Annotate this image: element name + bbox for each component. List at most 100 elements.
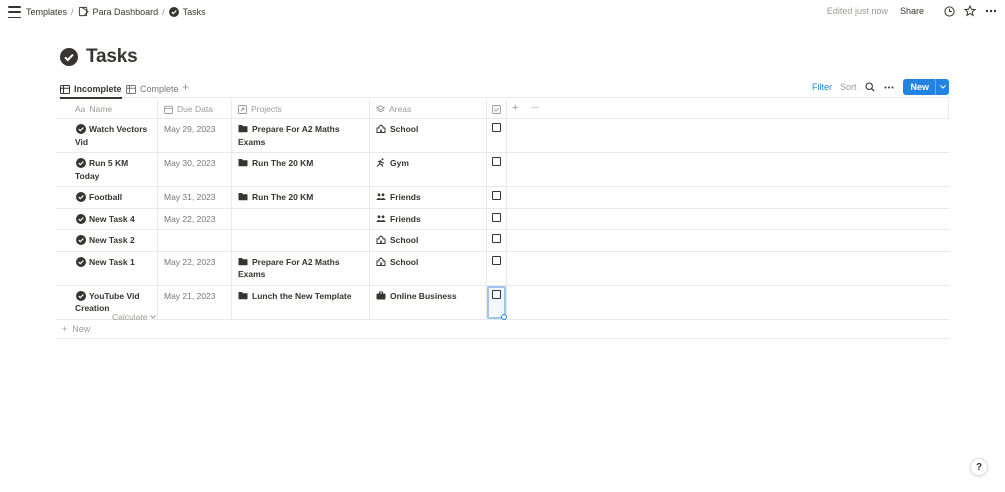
table-row[interactable]: Watch Vectors Vid May 29, 2023 Prepare For… bbox=[56, 119, 949, 153]
area-link[interactable]: Friends bbox=[390, 214, 421, 224]
column-name[interactable]: Aa Name bbox=[56, 99, 158, 119]
cell-done[interactable] bbox=[487, 187, 507, 208]
cell-due[interactable]: May 29, 2023 bbox=[158, 119, 232, 152]
cell-area[interactable]: School bbox=[370, 251, 487, 285]
done-checkbox[interactable] bbox=[492, 255, 501, 265]
cell-due[interactable]: May 31, 2023 bbox=[158, 187, 232, 208]
page-header: Tasks bbox=[60, 46, 138, 68]
more-icon[interactable] bbox=[883, 82, 894, 93]
calculate-button[interactable]: Calculate bbox=[112, 312, 157, 322]
column-due[interactable]: Due Data bbox=[158, 99, 232, 119]
cell-name[interactable]: Football bbox=[56, 187, 158, 208]
task-name[interactable]: New Task 4 bbox=[75, 213, 151, 226]
done-checkbox[interactable] bbox=[492, 289, 501, 299]
done-checkbox[interactable] bbox=[492, 157, 501, 166]
cell-name[interactable]: New Task 1 bbox=[56, 251, 158, 285]
task-name[interactable]: New Task 2 bbox=[75, 234, 151, 247]
task-name[interactable]: YouTube Vid Creation bbox=[75, 290, 151, 315]
column-areas[interactable]: Areas bbox=[370, 99, 487, 119]
tab-complete[interactable]: Complete bbox=[126, 81, 179, 97]
area-link[interactable]: Online Business bbox=[390, 291, 457, 301]
cell-done[interactable] bbox=[487, 153, 507, 186]
project-link[interactable]: Lunch the New Template bbox=[252, 291, 352, 301]
cell-project[interactable]: Prepare For A2 Maths Exams bbox=[232, 251, 370, 285]
area-link[interactable]: School bbox=[390, 124, 418, 134]
cell-area[interactable]: Online Business bbox=[370, 285, 487, 319]
cell-spacer bbox=[507, 119, 949, 152]
new-row-button[interactable]: + New bbox=[56, 320, 949, 339]
cell-name[interactable]: Watch Vectors Vid bbox=[56, 119, 158, 152]
cell-name[interactable]: New Task 4 bbox=[56, 208, 158, 229]
cell-name[interactable]: New Task 2 bbox=[56, 230, 158, 251]
star-icon[interactable] bbox=[964, 5, 976, 17]
table-row[interactable]: New Task 4 May 22, 2023 Friends bbox=[56, 208, 949, 230]
clock-icon[interactable] bbox=[943, 5, 955, 17]
cell-project[interactable]: Prepare For A2 Maths Exams bbox=[232, 119, 370, 152]
area-link[interactable]: Gym bbox=[390, 158, 409, 168]
add-column-button[interactable]: + bbox=[512, 102, 518, 114]
area-link[interactable]: School bbox=[390, 235, 418, 245]
tab-incomplete[interactable]: Incomplete bbox=[60, 81, 122, 99]
chevron-down-icon[interactable] bbox=[936, 85, 949, 89]
cell-done[interactable] bbox=[487, 285, 507, 320]
task-name[interactable]: Football bbox=[75, 191, 151, 204]
cell-area[interactable]: Friends bbox=[370, 187, 487, 208]
table-row[interactable]: New Task 2 School bbox=[56, 230, 949, 252]
column-checkbox[interactable] bbox=[487, 99, 507, 119]
project-link[interactable]: Run The 20 KM bbox=[252, 158, 313, 168]
cell-area[interactable]: School bbox=[370, 230, 487, 251]
done-checkbox[interactable] bbox=[492, 234, 501, 243]
cell-project[interactable]: Lunch the New Template bbox=[232, 285, 370, 319]
task-name[interactable]: Run 5 KM Today bbox=[75, 157, 151, 182]
project-link[interactable]: Run The 20 KM bbox=[252, 192, 313, 202]
check-circle-icon[interactable] bbox=[60, 48, 78, 66]
cell-project[interactable]: Run The 20 KM bbox=[232, 153, 370, 186]
breadcrumb-tasks[interactable]: Tasks bbox=[183, 7, 206, 17]
due-date: May 29, 2023 bbox=[164, 124, 216, 134]
sort-button[interactable]: Sort bbox=[840, 82, 857, 92]
cell-due[interactable]: May 22, 2023 bbox=[158, 208, 232, 229]
table-row[interactable]: Run 5 KM Today May 30, 2023 Run The 20 KM G… bbox=[56, 153, 949, 187]
breadcrumb-templates[interactable]: Templates bbox=[26, 7, 67, 17]
new-button[interactable]: New bbox=[903, 79, 949, 95]
table-row[interactable]: New Task 1 May 22, 2023 Prepare For A2 Mat… bbox=[56, 251, 949, 286]
cell-due[interactable] bbox=[158, 230, 232, 251]
table-row[interactable]: Football May 31, 2023 Run The 20 KM Friends bbox=[56, 187, 949, 209]
cell-done[interactable] bbox=[487, 251, 507, 285]
cell-due[interactable]: May 21, 2023 bbox=[158, 285, 232, 319]
help-button[interactable]: ? bbox=[970, 458, 988, 476]
cell-project[interactable]: Run The 20 KM bbox=[232, 187, 370, 208]
cell-project[interactable] bbox=[232, 208, 370, 229]
cell-project[interactable] bbox=[232, 230, 370, 251]
area-link[interactable]: School bbox=[390, 257, 418, 267]
more-icon[interactable] bbox=[985, 5, 997, 17]
task-name[interactable]: New Task 1 bbox=[75, 256, 151, 269]
project-link[interactable]: Prepare For A2 Maths Exams bbox=[238, 124, 340, 147]
done-checkbox[interactable] bbox=[492, 123, 501, 132]
task-name[interactable]: Watch Vectors Vid bbox=[75, 123, 151, 148]
cell-done[interactable] bbox=[487, 230, 507, 251]
cell-due[interactable]: May 22, 2023 bbox=[158, 251, 232, 285]
done-checkbox[interactable] bbox=[492, 191, 501, 200]
search-icon[interactable] bbox=[864, 82, 875, 93]
tasks-table: Aa Name Due Data Projects Areas + ··· Wa… bbox=[56, 99, 949, 339]
area-link[interactable]: Friends bbox=[390, 192, 421, 202]
filter-button[interactable]: Filter bbox=[812, 82, 832, 92]
cell-done[interactable] bbox=[487, 208, 507, 229]
project-link[interactable]: Prepare For A2 Maths Exams bbox=[238, 257, 340, 280]
table-row[interactable]: YouTube Vid Creation May 21, 2023 Lunch th… bbox=[56, 285, 949, 320]
done-checkbox[interactable] bbox=[492, 212, 501, 222]
share-button[interactable]: Share bbox=[900, 6, 924, 16]
cell-due[interactable]: May 30, 2023 bbox=[158, 153, 232, 186]
breadcrumb-para-dashboard[interactable]: Para Dashboard bbox=[93, 7, 159, 17]
column-projects[interactable]: Projects bbox=[232, 99, 370, 119]
menu-icon[interactable] bbox=[8, 6, 21, 18]
page-title[interactable]: Tasks bbox=[86, 46, 138, 68]
cell-area[interactable]: School bbox=[370, 119, 487, 152]
cell-area[interactable]: Gym bbox=[370, 153, 487, 186]
column-more-icon[interactable]: ··· bbox=[531, 102, 539, 113]
add-view-button[interactable]: + bbox=[182, 80, 189, 94]
cell-done[interactable] bbox=[487, 119, 507, 152]
cell-name[interactable]: Run 5 KM Today bbox=[56, 153, 158, 186]
cell-area[interactable]: Friends bbox=[370, 208, 487, 229]
